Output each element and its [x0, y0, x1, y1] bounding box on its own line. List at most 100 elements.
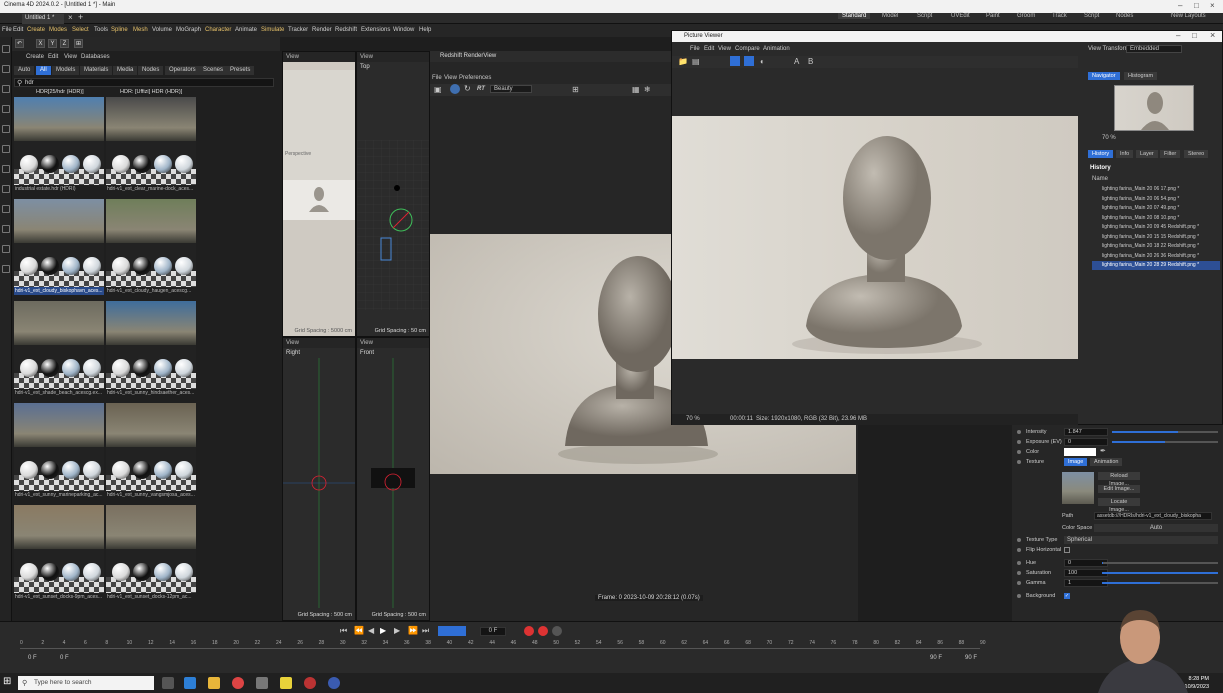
picture-viewer-image[interactable]	[672, 116, 1078, 359]
menu-modes[interactable]: Modes	[49, 27, 67, 33]
refresh-icon[interactable]: ↻	[464, 84, 471, 93]
scale-tool-icon[interactable]	[2, 65, 10, 73]
intensity-field[interactable]: 1.847	[1064, 428, 1108, 436]
intensity-slider[interactable]	[1112, 431, 1178, 433]
history-item[interactable]: lighting farina_Main 20 15 15 Redshift.p…	[1092, 233, 1220, 242]
contrast-icon[interactable]: ◐	[760, 57, 765, 66]
path-field[interactable]: assetdb:///HDRIs/hdri-v1_ext_cloudy_bisk…	[1094, 512, 1212, 520]
coordinate-system-icon[interactable]: ⊞	[74, 39, 83, 48]
edge-tool-icon[interactable]	[2, 145, 10, 153]
render-icon[interactable]	[450, 84, 460, 94]
maximize-icon[interactable]: □	[1194, 1, 1199, 10]
start-frame-2[interactable]: 0 F	[60, 655, 69, 661]
rv-menu-view[interactable]: View	[444, 75, 457, 81]
layout-tab-nodes[interactable]: Nodes	[1116, 13, 1133, 19]
auto-key-icon[interactable]	[538, 626, 548, 636]
tab-stereo[interactable]: Stereo	[1184, 150, 1209, 158]
new-tab-icon[interactable]: +	[78, 12, 83, 22]
history-item[interactable]: lighting farina_Main 20 26 36 Redshift.p…	[1092, 252, 1220, 261]
filter-presets[interactable]: Presets	[226, 66, 255, 75]
filter-operators[interactable]: Operators	[165, 66, 200, 75]
snowflake-icon[interactable]: ❄	[644, 85, 651, 94]
rt-button[interactable]: RT	[477, 86, 485, 92]
asset-thumbnail[interactable]: hdri-v1_ext_cloudy_biskophavn_aces...	[14, 199, 104, 295]
keyframe-dot[interactable]	[1017, 430, 1021, 434]
hue-slider[interactable]	[1102, 562, 1103, 564]
history-item[interactable]: lighting farina_Main 20 07 49.png *	[1092, 204, 1220, 213]
keyframe-dot[interactable]	[1017, 548, 1021, 552]
exposure-field[interactable]: 0	[1064, 438, 1108, 446]
prev-key-icon[interactable]: ⏪	[354, 626, 364, 635]
pv-close-icon[interactable]: ×	[1210, 30, 1215, 40]
pv-menu-edit[interactable]: Edit	[704, 46, 714, 52]
z-axis-button[interactable]: Z	[60, 39, 69, 48]
navigator-zoom[interactable]: 70 %	[1102, 135, 1116, 141]
texture-type-dropdown[interactable]: Spherical	[1064, 536, 1218, 544]
record-icon[interactable]	[524, 626, 534, 636]
undo-icon[interactable]: ↶	[15, 39, 24, 48]
layout-tab-script-2[interactable]: Script	[1084, 13, 1099, 19]
play-icon[interactable]: ▶	[380, 626, 386, 635]
asset-thumbnail[interactable]: hdri-v1_ext_sunset_docks-9pm_aces...	[14, 505, 104, 601]
reload-image-button[interactable]: Reload Image...	[1098, 472, 1140, 487]
asset-search-input[interactable]: hdr	[14, 78, 274, 87]
menu-mograph[interactable]: MoGraph	[176, 27, 201, 33]
filter-media[interactable]: Media	[113, 66, 138, 75]
gamma-slider[interactable]	[1102, 582, 1160, 584]
pv-maximize-icon[interactable]: □	[1192, 31, 1197, 40]
menu-mesh[interactable]: Mesh	[133, 27, 148, 33]
asset-menu-edit[interactable]: Edit	[48, 54, 58, 60]
history-item[interactable]: lighting farina_Main 20 06 54.png *	[1092, 195, 1220, 204]
rotate-tool-icon[interactable]	[2, 85, 10, 93]
tex-tab-image[interactable]: Image	[1064, 458, 1088, 466]
menu-render[interactable]: Render	[312, 27, 332, 33]
edge-icon[interactable]	[184, 677, 196, 689]
windows-start-icon[interactable]: ⊞	[3, 676, 11, 687]
select-tool-icon[interactable]	[2, 105, 10, 113]
pv-menu-compare[interactable]: Compare	[735, 46, 760, 52]
current-frame-field[interactable]: 0 F	[480, 627, 506, 636]
keyframe-dot[interactable]	[1017, 538, 1021, 542]
rv-menu-file[interactable]: File	[432, 75, 442, 81]
minimize-icon[interactable]: –	[1178, 1, 1182, 10]
tab-navigator[interactable]: Navigator	[1088, 72, 1120, 80]
menu-tracker[interactable]: Tracker	[288, 27, 308, 33]
keyframe-dot[interactable]	[1017, 571, 1021, 575]
grid-icon[interactable]: ▦	[632, 85, 640, 94]
channel-icon[interactable]	[730, 56, 740, 66]
menu-animate[interactable]: Animate	[235, 27, 257, 33]
tab-info[interactable]: Info	[1116, 150, 1134, 158]
crop-icon[interactable]: ⊞	[572, 85, 579, 94]
start-frame[interactable]: 0 F	[28, 655, 37, 661]
keyframe-dot[interactable]	[1017, 450, 1021, 454]
eyedropper-icon[interactable]: ✒	[1100, 447, 1106, 457]
keyframe-dot[interactable]	[1017, 581, 1021, 585]
x-axis-button[interactable]: X	[36, 39, 45, 48]
colorspace-dropdown[interactable]: Auto	[1094, 524, 1218, 532]
navigator-thumbnail[interactable]	[1114, 85, 1194, 131]
asset-menu-create[interactable]: Create	[26, 54, 44, 60]
viewport-header[interactable]: View	[283, 52, 355, 62]
keyframe-dot[interactable]	[1017, 440, 1021, 444]
right-viewport[interactable]: View Right Grid Spacing : 500 cm	[282, 337, 356, 621]
front-viewport-header[interactable]: View	[357, 338, 429, 348]
document-tab[interactable]: Untitled 1 *	[22, 14, 64, 24]
filter-auto[interactable]: Auto	[14, 66, 35, 75]
layout-tab-new-layouts[interactable]: New Layouts	[1171, 13, 1206, 19]
filter-scenes[interactable]: Scenes	[199, 66, 228, 75]
pv-menu-animation[interactable]: Animation	[763, 46, 790, 52]
open-icon[interactable]: 📁	[678, 57, 688, 66]
channel-2-icon[interactable]	[744, 56, 754, 66]
layout-tab-uvedit[interactable]: UVEdit	[951, 13, 970, 19]
close-tab-icon[interactable]: ×	[68, 13, 73, 22]
chrome-icon[interactable]	[232, 677, 244, 689]
asset-thumbnail[interactable]: hdri-v1_ext_cloudy_haugen_acescg...	[106, 199, 196, 295]
menu-select[interactable]: Select	[72, 27, 89, 33]
cinema4d-icon[interactable]	[328, 677, 340, 689]
asset-menu-view[interactable]: View	[64, 54, 77, 60]
pv-minimize-icon[interactable]: –	[1176, 31, 1180, 40]
layout-tab-paint[interactable]: Paint	[986, 13, 1000, 19]
next-frame-icon[interactable]: ▶	[394, 626, 400, 635]
keyframe-dot[interactable]	[1017, 460, 1021, 464]
go-start-icon[interactable]: ⏮	[340, 626, 347, 636]
